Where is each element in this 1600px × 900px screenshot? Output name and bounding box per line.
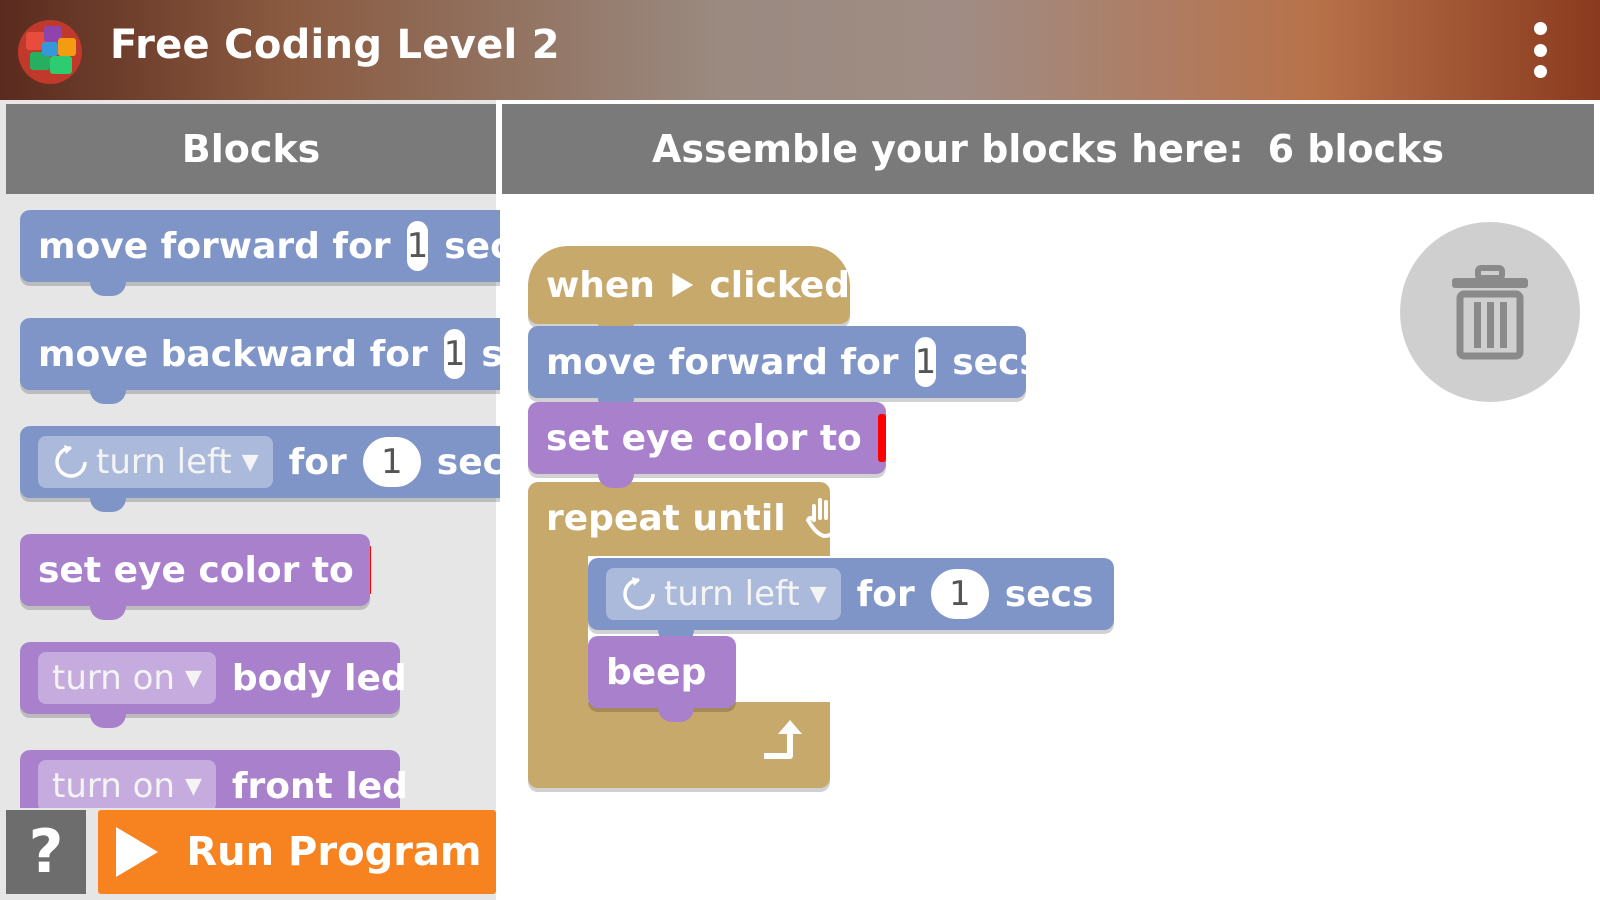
- play-icon: [672, 272, 694, 298]
- seconds-input[interactable]: 1: [443, 329, 466, 379]
- trash-can[interactable]: [1400, 222, 1580, 402]
- block-label: when: [546, 264, 655, 306]
- workspace-block-move-forward[interactable]: move forward for 1 secs: [528, 326, 1041, 412]
- help-button[interactable]: ?: [6, 810, 86, 894]
- chevron-down-icon: ▼: [184, 773, 202, 799]
- workspace-block-set-eye-color[interactable]: set eye color to: [528, 402, 886, 488]
- when-clicked-hat-block[interactable]: when clicked: [528, 246, 850, 338]
- run-program-button[interactable]: Run Program: [98, 810, 496, 894]
- dropdown-value: turn on: [52, 658, 175, 698]
- palette-block-move-backward[interactable]: move backward for 1 secs: [20, 318, 500, 404]
- block-label: repeat until: [546, 497, 786, 539]
- palette-block-move-forward[interactable]: move forward for 1 secs: [20, 210, 500, 296]
- app-logo-icon: [18, 20, 82, 84]
- hand-icon: [805, 498, 838, 538]
- loop-arrow-icon: [764, 720, 802, 759]
- palette-block-body-led[interactable]: turn on ▼ body led: [20, 642, 407, 728]
- chevron-down-icon: ▼: [809, 581, 827, 607]
- block-label: set eye color to: [546, 417, 862, 459]
- seconds-input[interactable]: 1: [362, 437, 421, 487]
- dropdown-value: turn on: [52, 766, 175, 806]
- seconds-input[interactable]: 1: [930, 569, 989, 619]
- workspace-block-beep[interactable]: beep: [588, 636, 736, 722]
- more-vert-icon[interactable]: [1520, 22, 1560, 78]
- dropdown-value: turn left: [96, 442, 232, 482]
- block-unit: secs: [481, 333, 500, 375]
- palette-block-front-led[interactable]: turn on ▼ front led: [20, 750, 408, 808]
- blocks-header: Blocks: [6, 104, 496, 194]
- led-state-dropdown[interactable]: turn on ▼: [38, 760, 216, 808]
- block-unit: secs: [952, 341, 1041, 383]
- chevron-down-icon: ▼: [184, 665, 202, 691]
- trash-icon: [1452, 265, 1528, 360]
- seconds-input[interactable]: 1: [406, 221, 429, 271]
- block-label: for: [288, 441, 347, 483]
- workspace-header: Assemble your blocks here: 6 blocks: [502, 104, 1594, 194]
- color-swatch[interactable]: [877, 414, 886, 462]
- app-title: Free Coding Level 2: [110, 22, 560, 68]
- block-unit: secs: [1004, 573, 1094, 615]
- palette-block-set-eye-color[interactable]: set eye color to: [20, 534, 370, 620]
- block-label: for: [856, 573, 915, 615]
- block-label: beep: [606, 651, 707, 693]
- block-label: move forward for: [38, 225, 391, 267]
- play-icon: [116, 827, 159, 877]
- turn-direction-dropdown[interactable]: turn left ▼: [38, 436, 273, 488]
- block-count: 6 blocks: [1267, 127, 1445, 171]
- workspace-title: Assemble your blocks here:: [651, 127, 1244, 171]
- dropdown-value: turn left: [664, 574, 800, 614]
- led-state-dropdown[interactable]: turn on ▼: [38, 652, 216, 704]
- block-label: set eye color to: [38, 549, 354, 591]
- chevron-down-icon: ▼: [241, 449, 259, 475]
- block-label: move forward for: [546, 341, 899, 383]
- run-program-label: Run Program: [186, 829, 482, 875]
- app-bar: Free Coding Level 2: [0, 0, 1600, 100]
- block-label: front led: [231, 765, 408, 807]
- palette-block-turn[interactable]: turn left ▼ for 1 secs: [20, 426, 500, 512]
- rotate-left-icon: [55, 445, 87, 478]
- seconds-input[interactable]: 1: [914, 337, 937, 387]
- workspace-block-turn[interactable]: turn left ▼ for 1 secs: [588, 558, 1114, 644]
- block-unit: secs: [436, 441, 500, 483]
- block-label: move backward for: [38, 333, 428, 375]
- turn-direction-dropdown[interactable]: turn left ▼: [606, 568, 841, 620]
- rotate-left-icon: [623, 577, 655, 610]
- block-label: clicked: [709, 264, 850, 306]
- blocks-palette[interactable]: move forward for 1 secs move backward fo…: [0, 196, 500, 808]
- block-unit: secs: [444, 225, 500, 267]
- block-label: body led: [231, 657, 407, 699]
